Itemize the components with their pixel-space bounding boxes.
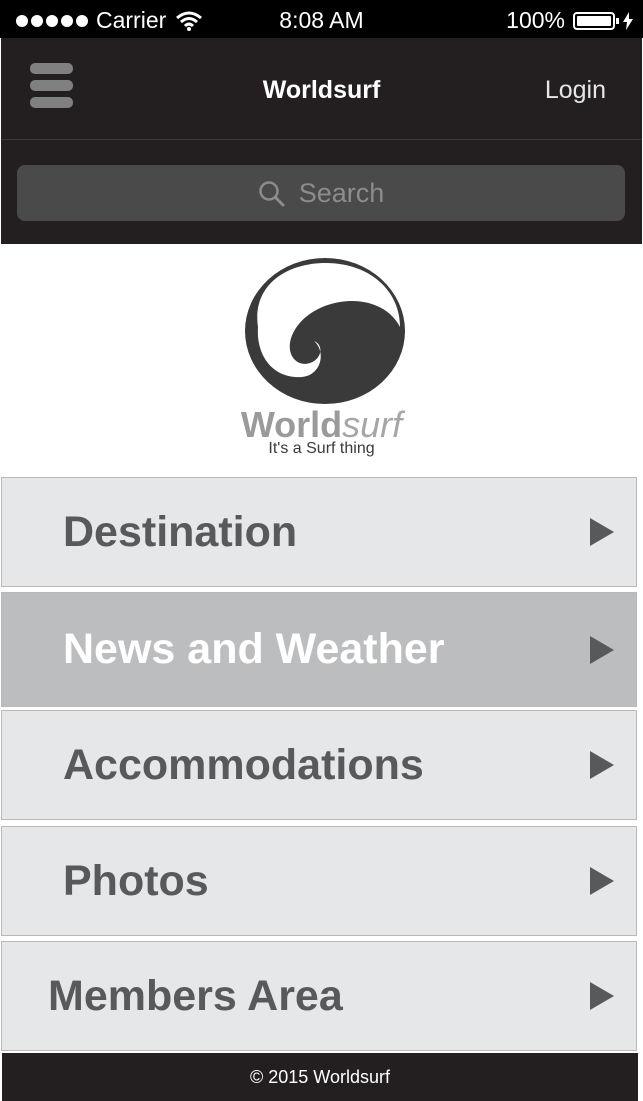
battery-percent: 100% bbox=[506, 7, 565, 33]
search-placeholder: Search bbox=[298, 177, 385, 208]
logo-tagline: It's a Surf thing bbox=[268, 440, 375, 457]
menu-item-members-area[interactable]: Members Area bbox=[1, 941, 637, 1051]
chevron-right-icon bbox=[590, 982, 614, 1010]
nav-bar: Worldsurf Login bbox=[1, 38, 642, 140]
battery-icon bbox=[573, 11, 619, 30]
search-icon bbox=[258, 180, 285, 206]
chevron-right-icon bbox=[590, 751, 614, 779]
menu-item-label: Members Area bbox=[48, 971, 343, 1020]
footer: © 2015 Worldsurf bbox=[2, 1053, 638, 1101]
menu-item-label: Accommodations bbox=[63, 740, 424, 789]
wave-logo-icon bbox=[245, 258, 405, 404]
menu-item-label: Destination bbox=[63, 507, 298, 556]
charging-icon bbox=[623, 11, 633, 30]
status-bar: Carrier 8:08 AM 100% bbox=[0, 0, 643, 38]
logo: Worldsurf It's a Surf thing bbox=[0, 244, 643, 476]
menu-item-label: Photos bbox=[63, 856, 209, 905]
status-right: 100% bbox=[506, 7, 633, 34]
menu-item-photos[interactable]: Photos bbox=[1, 826, 637, 936]
menu-item-accommodations[interactable]: Accommodations bbox=[1, 710, 637, 820]
menu-item-destination[interactable]: Destination bbox=[1, 477, 637, 587]
logo-word-light: surf bbox=[342, 404, 403, 445]
chevron-right-icon bbox=[590, 635, 614, 664]
login-button[interactable]: Login bbox=[545, 76, 606, 105]
menu-item-label: News and Weather bbox=[63, 625, 445, 673]
search-bar: Search bbox=[1, 140, 642, 244]
chevron-right-icon bbox=[590, 867, 614, 895]
menu-item-news-and-weather[interactable]: News and Weather bbox=[1, 592, 637, 707]
logo-word-bold: World bbox=[240, 404, 343, 445]
search-input[interactable]: Search bbox=[17, 165, 625, 221]
chevron-right-icon bbox=[590, 518, 614, 546]
